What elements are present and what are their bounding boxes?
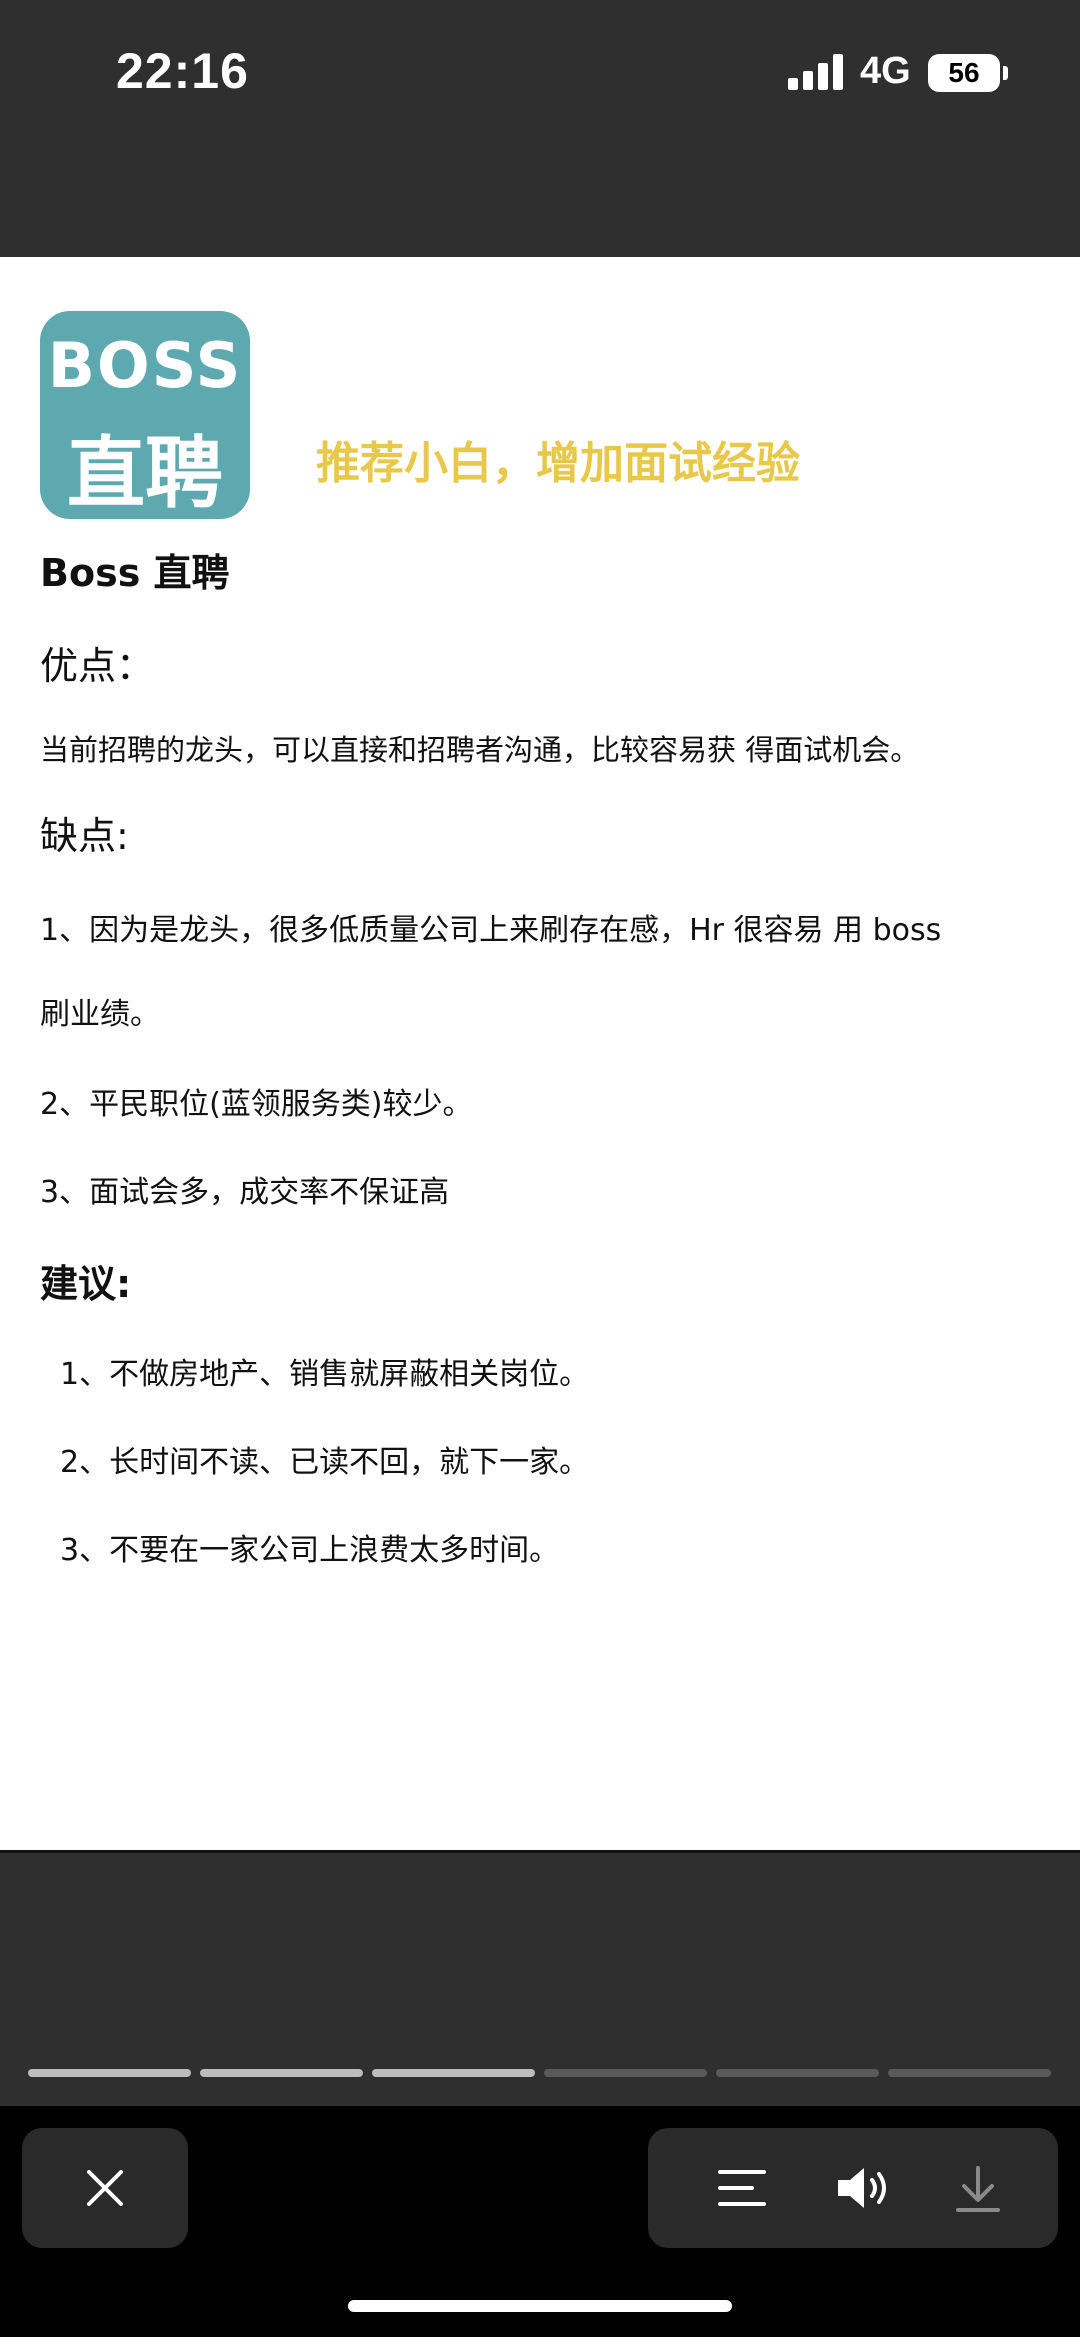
cons-item-1: 1、因为是龙头，很多低质量公司上来刷存在感，Hr 很容易 用 boss <box>40 913 942 948</box>
viewer-controls-bar <box>0 2106 1080 2337</box>
logo-text-boss: BOSS <box>47 329 243 402</box>
status-bar: 22:16 4G 56 <box>0 0 1080 140</box>
cons-item-2: 2、平民职位(蓝领服务类)较少。 <box>40 1087 473 1122</box>
close-icon <box>87 2170 123 2206</box>
battery-icon: 56 <box>928 54 1008 92</box>
advice-item-3: 3、不要在一家公司上浪费太多时间。 <box>60 1533 560 1568</box>
doc-title: Boss 直聘 <box>40 551 230 595</box>
advice-item-2: 2、长时间不读、已读不回，就下一家。 <box>60 1445 590 1480</box>
close-button[interactable] <box>22 2128 188 2248</box>
menu-button[interactable] <box>690 2128 790 2248</box>
progress-segment <box>200 2069 363 2077</box>
pros-heading: 优点： <box>40 644 155 688</box>
speaker-icon <box>838 2168 886 2208</box>
tagline: 推荐小白，增加面试经验 <box>316 438 800 489</box>
progress-segment <box>28 2069 191 2077</box>
menu-lines-icon <box>718 2170 766 2206</box>
download-button[interactable] <box>926 2128 1026 2248</box>
pros-text: 当前招聘的龙头，可以直接和招聘者沟通，比较容易获 得面试机会。 <box>40 733 920 767</box>
progress-segment <box>888 2069 1051 2077</box>
cons-item-1-cont: 刷业绩。 <box>40 997 160 1032</box>
progress-segment <box>372 2069 535 2077</box>
network-type: 4G <box>860 50 911 92</box>
logo-text-zhipin: 直聘 <box>66 429 223 519</box>
page-progress-indicator <box>28 2069 1054 2077</box>
battery-level: 56 <box>928 54 1000 92</box>
viewer-tools-group <box>648 2128 1058 2248</box>
progress-segment <box>544 2069 707 2077</box>
battery-tip <box>1003 66 1008 80</box>
download-icon <box>956 2166 1000 2212</box>
sound-button[interactable] <box>808 2128 908 2248</box>
home-indicator[interactable] <box>348 2300 732 2312</box>
cellular-signal-icon <box>788 54 844 90</box>
advice-item-1: 1、不做房地产、销售就屏蔽相关岗位。 <box>60 1357 590 1392</box>
boss-app-logo: BOSS 直聘 <box>40 311 250 519</box>
document-image: BOSS 直聘 推荐小白，增加面试经验 Boss 直聘 优点： 当前招聘的龙头，… <box>0 257 1080 1853</box>
progress-segment <box>716 2069 879 2077</box>
advice-heading: 建议: <box>40 1262 132 1306</box>
cons-heading: 缺点: <box>40 814 129 858</box>
status-time: 22:16 <box>116 43 249 99</box>
cons-item-3: 3、面试会多，成交率不保证高 <box>40 1175 450 1210</box>
